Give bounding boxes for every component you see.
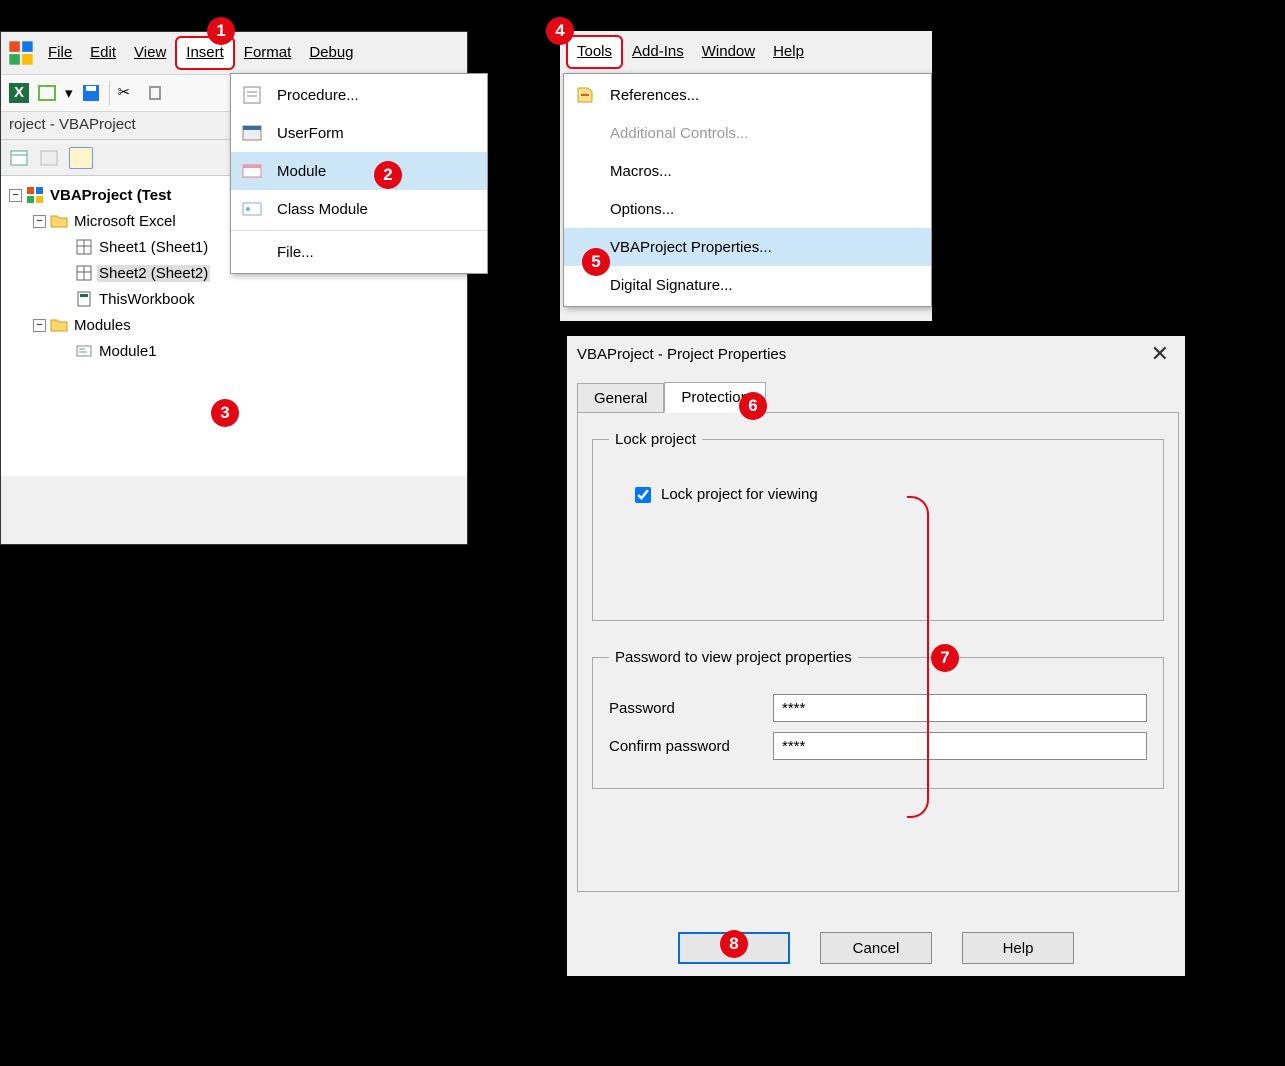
collapse-icon[interactable]: −	[33, 215, 46, 228]
tools-project-properties[interactable]: VBAProject Properties...	[564, 228, 931, 266]
blank-icon	[574, 198, 596, 220]
vba-app-icon	[7, 39, 35, 67]
insert-procedure[interactable]: Procedure...	[231, 76, 487, 114]
module-icon	[241, 160, 263, 182]
view-object-icon[interactable]	[39, 148, 59, 168]
dialog-titlebar: VBAProject - Project Properties ✕	[567, 336, 1185, 372]
tools-dropdown: References... Additional Controls... Mac…	[563, 73, 932, 307]
workbook-icon	[75, 290, 93, 308]
callout-bracket	[907, 496, 929, 818]
tab-general[interactable]: General	[577, 383, 664, 413]
separator	[231, 230, 487, 231]
insert-file[interactable]: File...	[231, 233, 487, 271]
tree-thisworkbook[interactable]: ThisWorkbook	[9, 286, 463, 312]
vba-project-icon	[26, 186, 44, 204]
badge-7: 7	[931, 644, 959, 672]
folder-icon	[50, 316, 68, 334]
lock-project-legend: Lock project	[609, 431, 702, 448]
tree-modules-folder[interactable]: − Modules	[9, 312, 463, 338]
blank-icon	[574, 160, 596, 182]
menu-window[interactable]: Window	[693, 37, 764, 67]
references-icon	[574, 84, 596, 106]
badge-1: 1	[207, 17, 235, 45]
svg-text:X: X	[14, 84, 24, 101]
badge-6: 6	[739, 392, 767, 420]
insert-class-module[interactable]: Class Module	[231, 190, 487, 228]
menu-edit[interactable]: Edit	[81, 38, 125, 68]
menu-tools[interactable]: Tools	[566, 35, 623, 69]
dialog-buttons: OK Cancel Help	[567, 932, 1185, 964]
menubar-right: Tools Add-Ins Window Help	[560, 31, 932, 73]
badge-4: 4	[546, 17, 574, 45]
insert-userform[interactable]: UserForm	[231, 114, 487, 152]
worksheet-icon	[75, 238, 93, 256]
toggle-folders-icon[interactable]	[69, 147, 93, 169]
view-code-icon[interactable]	[9, 148, 29, 168]
tab-strip: General Protection	[577, 382, 1185, 413]
menu-debug[interactable]: Debug	[300, 38, 362, 68]
tools-macros[interactable]: Macros...	[564, 152, 931, 190]
insert-module[interactable]: Module	[231, 152, 487, 190]
menu-format[interactable]: Format	[235, 38, 301, 68]
tab-body: Lock project Lock project for viewing Pa…	[577, 412, 1179, 892]
save-icon[interactable]	[81, 83, 101, 103]
excel-icon[interactable]: X	[9, 83, 29, 103]
collapse-icon[interactable]: −	[33, 319, 46, 332]
tools-references[interactable]: References...	[564, 76, 931, 114]
collapse-icon[interactable]: −	[9, 189, 22, 202]
badge-8: 8	[720, 930, 748, 958]
menu-file[interactable]: File	[39, 38, 81, 68]
menu-addins[interactable]: Add-Ins	[623, 37, 693, 67]
module-icon	[75, 342, 93, 360]
project-properties-dialog: VBAProject - Project Properties ✕ Genera…	[567, 336, 1185, 976]
badge-5: 5	[582, 248, 610, 276]
menu-view[interactable]: View	[125, 38, 175, 68]
dialog-title: VBAProject - Project Properties	[577, 346, 786, 363]
userform-icon	[241, 122, 263, 144]
tools-additional-controls: Additional Controls...	[564, 114, 931, 152]
class-module-icon	[241, 198, 263, 220]
tree-module1[interactable]: Module1	[9, 338, 463, 364]
blank-icon	[574, 274, 596, 296]
blank-icon	[574, 122, 596, 144]
confirm-password-input[interactable]	[773, 732, 1147, 760]
lock-project-checkbox[interactable]	[635, 487, 651, 503]
menu-help[interactable]: Help	[764, 37, 813, 67]
menubar-left: File Edit View Insert Format Debug	[1, 32, 467, 74]
confirm-password-label: Confirm password	[609, 738, 773, 755]
lock-project-group: Lock project Lock project for viewing	[592, 431, 1164, 621]
worksheet-icon	[75, 264, 93, 282]
copy-icon[interactable]	[146, 83, 166, 103]
lock-project-label: Lock project for viewing	[661, 486, 818, 503]
dropdown-arrow-icon[interactable]: ▾	[65, 84, 73, 102]
close-icon[interactable]: ✕	[1143, 341, 1177, 367]
password-label: Password	[609, 700, 773, 717]
separator	[109, 81, 110, 105]
blank-icon	[241, 241, 263, 263]
folder-icon	[50, 212, 68, 230]
password-group: Password to view project properties Pass…	[592, 649, 1164, 789]
procedure-icon	[241, 84, 263, 106]
password-input[interactable]	[773, 694, 1147, 722]
badge-3: 3	[211, 399, 239, 427]
tools-options[interactable]: Options...	[564, 190, 931, 228]
insert-dropdown: Procedure... UserForm Module Class Modul…	[230, 73, 488, 274]
password-legend: Password to view project properties	[609, 649, 858, 666]
badge-2: 2	[374, 161, 402, 189]
cut-icon[interactable]: ✂	[118, 83, 138, 103]
view-icon[interactable]	[37, 83, 57, 103]
tools-digital-signature[interactable]: Digital Signature...	[564, 266, 931, 304]
cancel-button[interactable]: Cancel	[820, 932, 932, 964]
help-button[interactable]: Help	[962, 932, 1074, 964]
